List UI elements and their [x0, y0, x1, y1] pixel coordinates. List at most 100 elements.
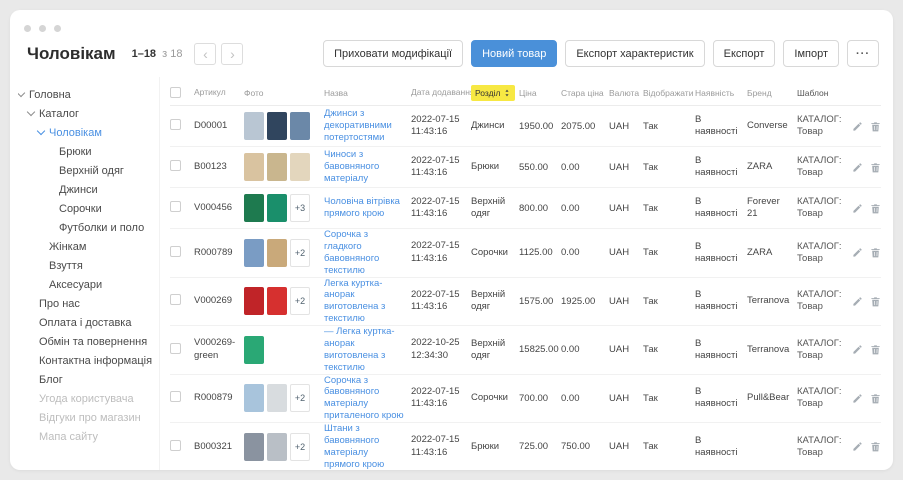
availability-cell: В наявності	[695, 114, 747, 138]
chevron-left-icon: ‹	[203, 47, 208, 61]
sidebar-item[interactable]: Обмін та повернення	[18, 332, 157, 351]
select-all-checkbox[interactable]	[170, 87, 181, 98]
row-checkbox[interactable]	[170, 440, 181, 451]
sidebar-item[interactable]: Футболки и поло	[18, 218, 157, 237]
product-name-link[interactable]: Чоловіча вітрівка прямого крою	[324, 196, 400, 219]
column-header-brand[interactable]: Бренд	[747, 88, 797, 99]
section-cell: Брюки	[471, 161, 519, 173]
delete-icon[interactable]	[870, 441, 881, 452]
product-name-link[interactable]: Сорочка з бавовняного матеріалу притален…	[324, 375, 404, 422]
sidebar-item[interactable]: Блог	[18, 370, 157, 389]
edit-icon[interactable]	[852, 393, 863, 404]
edit-icon[interactable]	[852, 344, 863, 355]
sidebar-item[interactable]: Джинси	[18, 180, 157, 199]
column-header-price[interactable]: Ціна	[519, 88, 561, 98]
old-price-cell: 0.00	[561, 247, 609, 258]
import-button[interactable]: Імпорт	[783, 40, 839, 67]
sidebar-item[interactable]: Верхній одяг	[18, 161, 157, 180]
delete-icon[interactable]	[870, 393, 881, 404]
section-cell: Верхній одяг	[471, 289, 519, 313]
row-checkbox[interactable]	[170, 343, 181, 354]
product-name-link[interactable]: Джинси з декоративними потертостями	[324, 108, 392, 143]
product-thumbnail	[267, 194, 287, 222]
product-name-link[interactable]: — Легка куртка-анорак виготовлена з текс…	[324, 326, 395, 373]
row-checkbox[interactable]	[170, 201, 181, 212]
photo-cell: +2	[244, 384, 324, 412]
toolbar: Чоловікам 1–18 з 18 ‹ › Приховати модифі…	[10, 32, 893, 77]
product-name-link[interactable]: Штани з бавовняного матеріалу прямого кр…	[324, 423, 384, 470]
sidebar-item[interactable]: Взуття	[18, 256, 157, 275]
prev-page-button[interactable]: ‹	[194, 43, 216, 65]
sidebar-item[interactable]: Контактна інформація	[18, 351, 157, 370]
next-page-button[interactable]: ›	[221, 43, 243, 65]
column-header-currency[interactable]: Валюта	[609, 88, 643, 98]
product-name-link[interactable]: Легка куртка-анорак виготовлена з тексти…	[324, 278, 385, 325]
sidebar-item[interactable]: Про нас	[18, 294, 157, 313]
sidebar-item[interactable]: Каталог	[18, 104, 157, 123]
chevron-down-icon[interactable]	[27, 108, 35, 116]
sidebar-item[interactable]: Брюки	[18, 142, 157, 161]
row-checkbox[interactable]	[170, 160, 181, 171]
sidebar-item[interactable]: Аксесуари	[18, 275, 157, 294]
export-button[interactable]: Експорт	[713, 40, 776, 67]
chevron-down-icon[interactable]	[18, 89, 25, 97]
delete-icon[interactable]	[870, 296, 881, 307]
section-cell: Верхній одяг	[471, 338, 519, 362]
column-header-old-price[interactable]: Стара ціна	[561, 88, 609, 98]
row-checkbox[interactable]	[170, 119, 181, 130]
product-thumbnail	[267, 384, 287, 412]
product-thumbnail	[267, 239, 287, 267]
edit-icon[interactable]	[852, 441, 863, 452]
sidebar-item[interactable]: Головна	[18, 85, 157, 104]
edit-icon[interactable]	[852, 121, 863, 132]
brand-cell: Pull&Bear	[747, 392, 797, 404]
sidebar-item-label: Взуття	[49, 260, 83, 272]
delete-icon[interactable]	[870, 121, 881, 132]
price-cell: 700.00	[519, 393, 561, 404]
delete-icon[interactable]	[870, 344, 881, 355]
product-thumbnail	[244, 336, 264, 364]
product-name-link[interactable]: Сорочка з гладкого бавовняного текстилю	[324, 229, 379, 276]
column-header-date[interactable]: Дата додавання	[411, 87, 471, 98]
price-cell: 725.00	[519, 441, 561, 452]
hide-modifications-button[interactable]: Приховати модифікації	[323, 40, 463, 67]
sidebar-item-label: Жінкам	[49, 241, 86, 253]
brand-cell: ZARA	[747, 247, 797, 259]
column-header-display[interactable]: Відображати	[643, 88, 695, 98]
sku-cell: V000269-green	[194, 337, 244, 362]
sidebar-item[interactable]: Чоловікам	[18, 123, 157, 142]
sku-cell: D00001	[194, 120, 244, 132]
column-header-name[interactable]: Назва	[324, 88, 411, 99]
chevron-down-icon[interactable]	[37, 127, 45, 135]
date-cell: 2022-10-25 12:34:30	[411, 337, 471, 362]
delete-icon[interactable]	[870, 162, 881, 173]
delete-icon[interactable]	[870, 203, 881, 214]
column-header-template[interactable]: Шаблон	[797, 88, 847, 99]
more-actions-button[interactable]: ···	[847, 40, 879, 67]
sidebar-item[interactable]: Оплата і доставка	[18, 313, 157, 332]
more-photos-badge: +3	[290, 194, 310, 222]
sidebar-item[interactable]: Жінкам	[18, 237, 157, 256]
edit-icon[interactable]	[852, 247, 863, 258]
table-row: D00001 Джинси з декоративними потертостя…	[170, 106, 881, 147]
sidebar-item[interactable]: Відгуки про магазин	[18, 408, 157, 427]
export-characteristics-button[interactable]: Експорт характеристик	[565, 40, 704, 67]
row-checkbox[interactable]	[170, 246, 181, 257]
price-cell: 15825.00	[519, 344, 561, 355]
new-product-button[interactable]: Новий товар	[471, 40, 557, 67]
row-checkbox[interactable]	[170, 391, 181, 402]
product-name-link[interactable]: Чиноси з бавовняного матеріалу	[324, 149, 379, 184]
chevron-right-icon: ›	[230, 47, 235, 61]
sidebar-item[interactable]: Мапа сайту	[18, 427, 157, 446]
sidebar-item-label: Чоловікам	[49, 127, 102, 139]
delete-icon[interactable]	[870, 247, 881, 258]
sidebar-item[interactable]: Сорочки	[18, 199, 157, 218]
edit-icon[interactable]	[852, 203, 863, 214]
column-header-sku[interactable]: Артикул	[194, 87, 244, 98]
edit-icon[interactable]	[852, 162, 863, 173]
column-header-availability[interactable]: Наявність	[695, 88, 747, 99]
edit-icon[interactable]	[852, 296, 863, 307]
row-checkbox[interactable]	[170, 294, 181, 305]
column-header-section[interactable]: Розділ	[471, 85, 519, 102]
sidebar-item[interactable]: Угода користувача	[18, 389, 157, 408]
